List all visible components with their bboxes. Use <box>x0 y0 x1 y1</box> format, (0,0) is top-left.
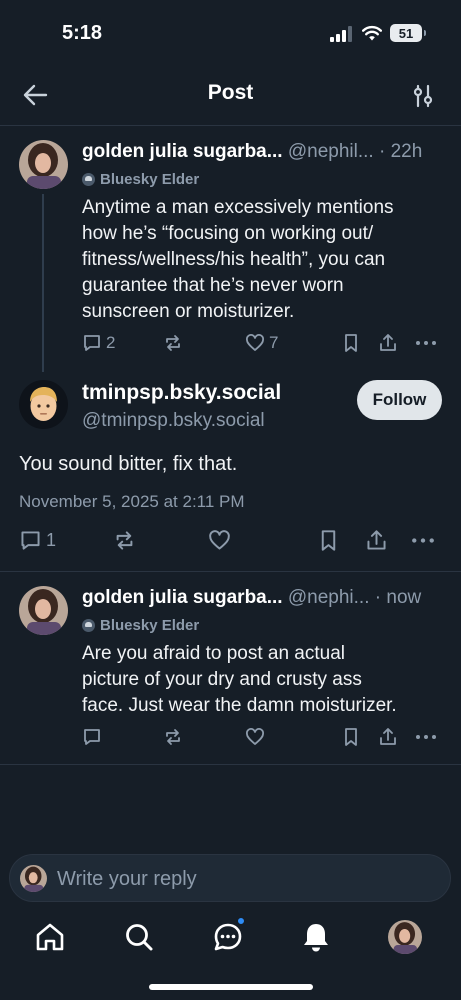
badge-label: Bluesky Elder <box>100 171 200 188</box>
heart-icon <box>246 334 264 351</box>
speech-bubble-icon <box>84 335 100 351</box>
author-display-name[interactable]: golden julia sugarba... <box>82 587 283 608</box>
post-divider <box>0 764 461 765</box>
share-icon <box>380 334 396 351</box>
more-options-button[interactable] <box>415 333 437 353</box>
like-count: 7 <box>269 333 279 352</box>
bookmark-icon <box>321 530 336 551</box>
avatar[interactable] <box>19 140 68 189</box>
post-actions: 2 7 <box>82 333 442 359</box>
speech-bubble-icon <box>21 531 40 550</box>
share-icon <box>380 728 396 745</box>
post-text-line: Anytime a man excessively mentions <box>82 197 394 218</box>
author-handle[interactable]: @nephi... <box>288 587 370 608</box>
main-post-actions: 1 <box>19 529 442 555</box>
repost-icon <box>116 531 133 550</box>
bookmark-button[interactable] <box>342 727 360 747</box>
thread-connector-line <box>42 194 44 372</box>
post-actions <box>82 727 442 753</box>
speech-bubble-icon <box>84 729 100 745</box>
repost-icon <box>166 335 180 351</box>
reply-placeholder: Write your reply <box>57 868 197 890</box>
wifi-icon <box>362 25 382 41</box>
battery-level: 51 <box>398 25 414 41</box>
bookmark-icon <box>345 728 357 746</box>
share-button[interactable] <box>365 529 388 552</box>
post-text-line: Are you afraid to post an actual <box>82 643 345 664</box>
home-icon[interactable] <box>33 920 67 954</box>
reply-count: 1 <box>46 530 57 550</box>
repost-icon <box>166 729 180 745</box>
post-text-line: fitness/wellness/his health”, you can <box>82 249 386 270</box>
author-badge: Bluesky Elder <box>82 617 199 634</box>
reply-button[interactable]: 1 <box>19 529 56 552</box>
avatar[interactable] <box>388 920 422 954</box>
share-button[interactable] <box>378 333 398 353</box>
bookmark-icon <box>345 334 357 352</box>
post-text-line: how he’s “focusing on working out/ <box>82 223 374 244</box>
page-title: Post <box>207 81 254 104</box>
cellular-signal-icon <box>330 26 352 42</box>
page-header: Post <box>0 64 461 126</box>
post-timestamp: · now <box>374 587 422 608</box>
post-text-line: guarantee that he’s never worn <box>82 275 344 296</box>
like-button[interactable]: 7 <box>245 333 278 353</box>
post-author-line: golden julia sugarba... @nephi... · now <box>82 587 421 609</box>
reply-button[interactable] <box>82 727 102 747</box>
main-post-display-name[interactable]: tminpsp.bsky.social <box>82 381 281 405</box>
status-bar: 5:18 51 <box>0 0 461 64</box>
follow-button[interactable]: Follow <box>357 380 442 420</box>
post-text-line: face. Just wear the damn moisturizer. <box>82 695 397 716</box>
bookmark-button[interactable] <box>318 529 339 552</box>
post-author-line: golden julia sugarba... @nephil... · 22h <box>82 141 422 163</box>
repost-button[interactable] <box>163 727 183 747</box>
search-icon[interactable] <box>122 920 156 954</box>
status-time: 5:18 <box>62 22 103 44</box>
ellipsis-icon <box>416 341 436 345</box>
author-badge: Bluesky Elder <box>82 171 199 188</box>
repost-button[interactable] <box>113 529 136 552</box>
heart-icon <box>209 530 230 550</box>
author-handle[interactable]: @nephil... <box>288 141 374 162</box>
heart-icon <box>246 728 264 745</box>
more-options-button[interactable] <box>411 529 435 552</box>
ellipsis-icon <box>412 538 434 543</box>
like-button[interactable] <box>245 727 265 747</box>
post-text-line: sunscreen or moisturizer. <box>82 301 295 322</box>
post-body: Anytime a man excessively mentions how h… <box>82 195 394 325</box>
share-icon <box>367 530 386 550</box>
post-body: Are you afraid to post an actual picture… <box>82 641 397 719</box>
avatar[interactable] <box>19 380 68 429</box>
ellipsis-icon <box>416 735 436 739</box>
main-post-handle[interactable]: @tminpsp.bsky.social <box>82 410 265 432</box>
post-text-line: picture of your dry and crusty ass <box>82 669 362 690</box>
alien-badge-icon <box>82 173 95 186</box>
home-indicator[interactable] <box>149 984 313 990</box>
main-post-text: You sound bitter, fix that. <box>19 453 238 475</box>
reply-count: 2 <box>106 333 116 352</box>
bookmark-button[interactable] <box>342 333 360 353</box>
avatar <box>20 865 47 892</box>
bell-icon[interactable] <box>299 920 333 954</box>
share-button[interactable] <box>378 727 398 747</box>
author-display-name[interactable]: golden julia sugarba... <box>82 141 283 162</box>
sliders-icon[interactable] <box>408 81 438 111</box>
battery-indicator: 51 <box>390 24 426 42</box>
like-button[interactable] <box>208 529 231 552</box>
post-divider <box>0 571 461 572</box>
repost-button[interactable] <box>163 333 183 353</box>
unread-dot <box>236 916 246 926</box>
reply-composer[interactable]: Write your reply <box>9 854 451 902</box>
alien-badge-icon <box>82 619 95 632</box>
bottom-tab-bar <box>0 908 461 968</box>
reply-button[interactable]: 2 <box>82 333 115 353</box>
main-post-date: November 5, 2025 at 2:11 PM <box>19 492 245 511</box>
badge-label: Bluesky Elder <box>100 617 200 634</box>
more-options-button[interactable] <box>415 727 437 747</box>
post-timestamp: · 22h <box>379 141 423 162</box>
avatar[interactable] <box>19 586 68 635</box>
